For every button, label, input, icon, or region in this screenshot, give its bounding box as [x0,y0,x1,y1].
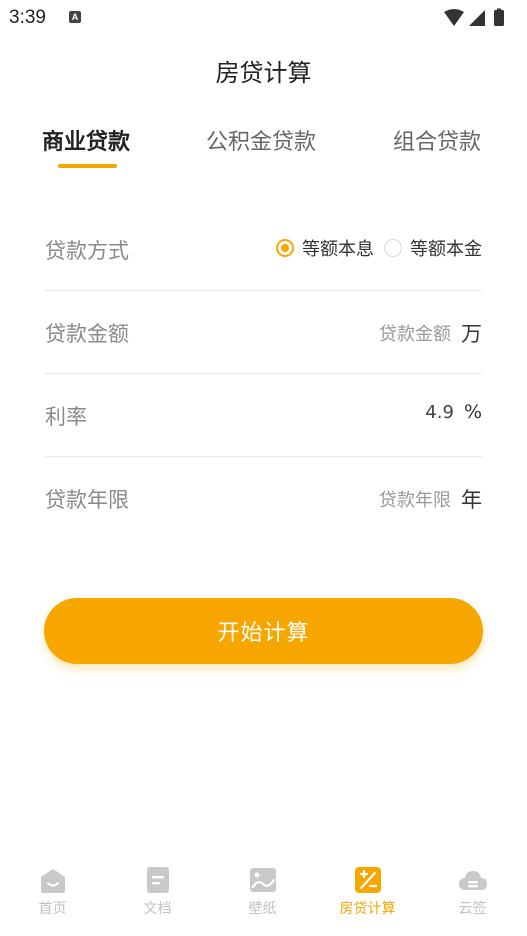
nav-label-home: 首页 [38,901,67,917]
interest-rate-unit: % [463,401,482,423]
loan-term-row: 贷款年限 贷款年限 年 [45,457,482,539]
nav-item-cloud-sign[interactable]: 云签 [420,864,525,918]
cellular-icon [469,10,485,26]
loan-method-radio-group: 等额本息 等额本金 [276,235,482,261]
radio-equal-principal-label[interactable]: 等额本金 [410,235,482,261]
nav-item-wallpaper[interactable]: 壁纸 [210,864,315,918]
document-icon [146,867,169,893]
interest-rate-row: 利率 4.9 % [45,374,482,457]
radio-equal-principal[interactable] [384,239,402,257]
loan-term-label: 贷款年限 [45,488,129,512]
calculator-icon [354,867,381,893]
notification-icon: A [69,11,81,23]
bottom-nav: 首页 文档 壁纸 房贷计算 云签 [0,864,527,936]
nav-item-mortgage-calc[interactable]: 房贷计算 [315,864,420,918]
loan-amount-label: 贷款金额 [45,322,129,346]
nav-label-cloud-sign: 云签 [458,901,487,917]
nav-label-wallpaper: 壁纸 [248,901,277,917]
interest-rate-label: 利率 [45,405,87,429]
tab-active-indicator [58,164,117,168]
loan-method-row: 贷款方式 等额本息 等额本金 [45,208,482,291]
loan-amount-input[interactable]: 贷款金额 [379,320,451,346]
loan-amount-unit: 万 [461,322,482,346]
loan-term-unit: 年 [461,488,482,512]
home-icon [40,869,65,893]
battery-icon [494,10,504,26]
nav-item-documents[interactable]: 文档 [105,864,210,918]
nav-label-mortgage-calc: 房贷计算 [339,901,396,917]
radio-equal-installment-label[interactable]: 等额本息 [302,235,374,261]
signal-battery-icons [444,8,504,26]
cloud-icon [458,871,487,890]
start-calculation-button[interactable]: 开始计算 [44,598,483,664]
tab-provident-fund-loan[interactable]: 公积金贷款 [206,124,316,156]
radio-equal-installment[interactable] [276,239,294,257]
loan-term-input[interactable]: 贷款年限 [379,486,451,512]
tab-commercial-loan[interactable]: 商业贷款 [42,124,130,156]
loan-type-tabs: 商业贷款 公积金贷款 组合贷款 [0,124,527,174]
tab-combined-loan[interactable]: 组合贷款 [393,124,481,156]
status-time: 3:39 [9,7,46,28]
loan-form: 贷款方式 等额本息 等额本金 贷款金额 贷款金额 万 利率 4.9 % 贷款年限… [45,208,482,539]
loan-method-label: 贷款方式 [45,239,129,263]
nav-item-home[interactable]: 首页 [0,864,105,918]
status-bar: 3:39 A [0,0,527,36]
page-title: 房贷计算 [215,59,312,87]
wifi-icon [444,9,464,26]
loan-amount-row: 贷款金额 贷款金额 万 [45,291,482,374]
nav-label-documents: 文档 [143,901,172,917]
interest-rate-input[interactable]: 4.9 [425,402,454,423]
wallpaper-icon [249,868,276,892]
